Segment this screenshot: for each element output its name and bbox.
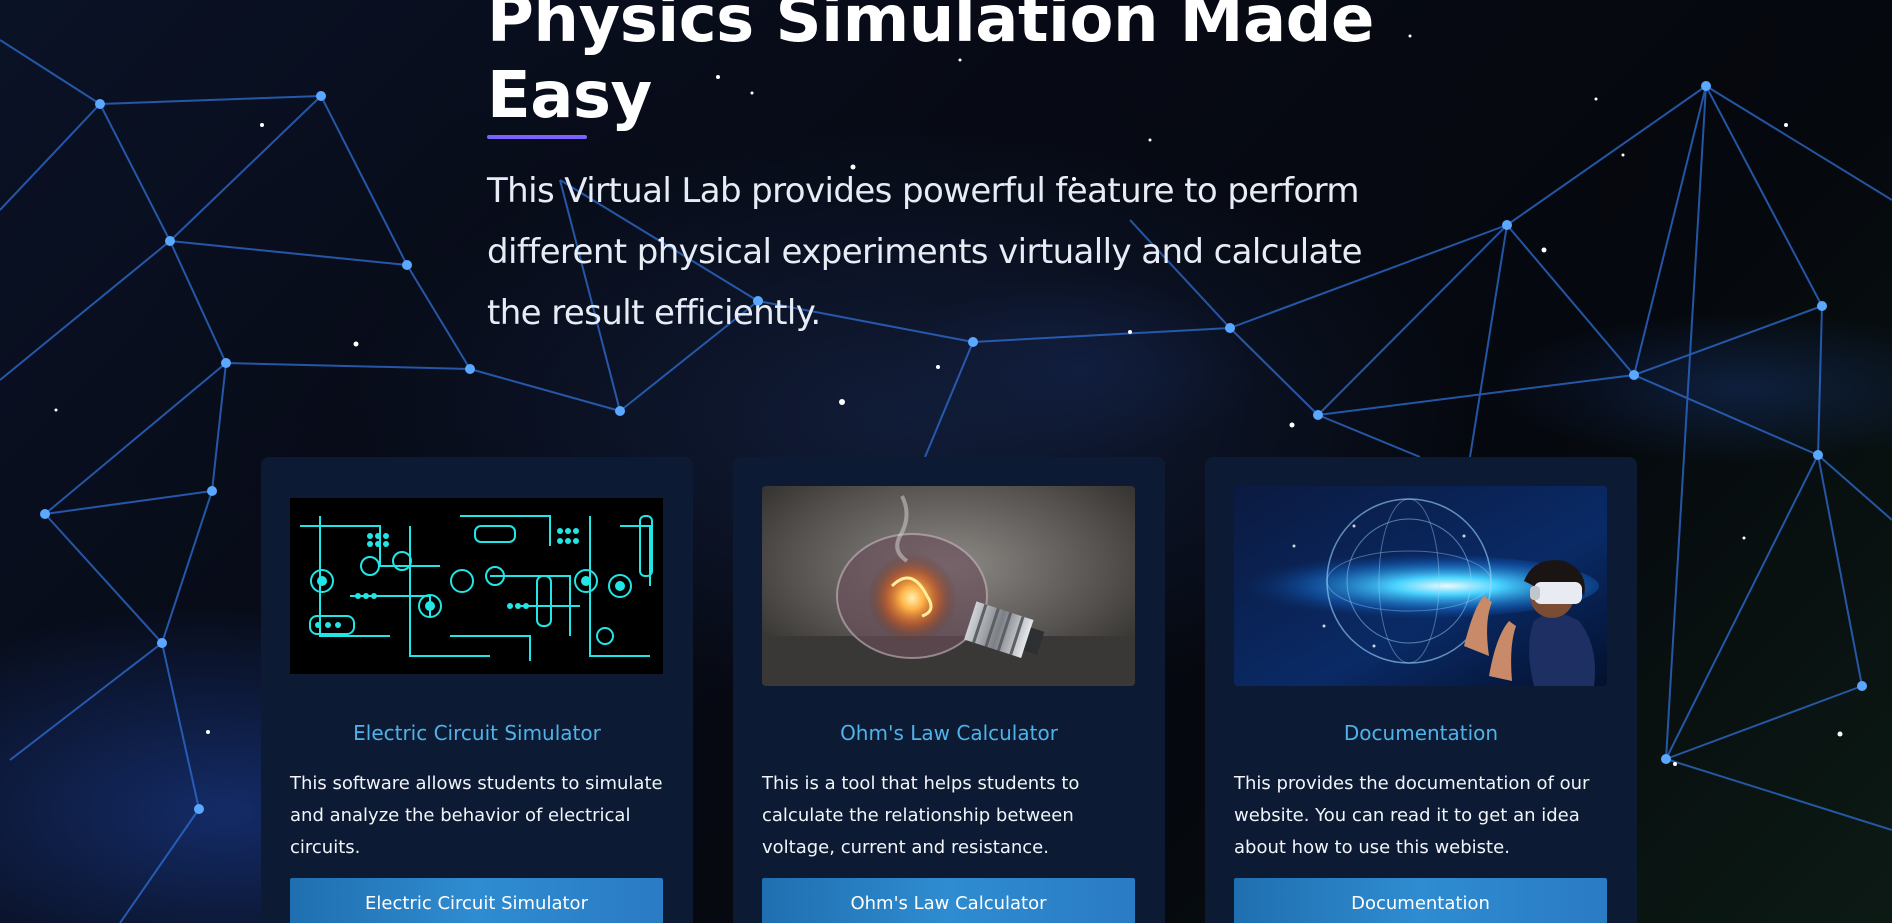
- circuit-board-image: [290, 486, 663, 686]
- electric-circuit-simulator-button[interactable]: Electric Circuit Simulator: [290, 878, 663, 923]
- ohms-law-calculator-button[interactable]: Ohm's Law Calculator: [762, 878, 1135, 923]
- light-bulb-image: [762, 486, 1135, 686]
- hero-description: This Virtual Lab provides powerful featu…: [487, 171, 1363, 333]
- card-title: Documentation: [1343, 721, 1499, 745]
- title-underline: [487, 135, 587, 139]
- page-background: Physics Simulation Made Easy This Virtua…: [0, 0, 1892, 923]
- hero-section: Physics Simulation Made Easy This Virtua…: [487, 0, 1387, 344]
- card-description: This provides the documentation of our w…: [1234, 773, 1590, 858]
- documentation-button[interactable]: Documentation: [1234, 878, 1607, 923]
- card-title: Electric Circuit Simulator: [353, 721, 601, 745]
- card-description: This software allows students to simulat…: [290, 773, 663, 858]
- hero-title: Physics Simulation Made Easy: [487, 0, 1374, 133]
- vr-globe-image: [1234, 486, 1607, 686]
- feature-cards: Electric Circuit Simulator This software…: [261, 457, 1637, 923]
- card-description: This is a tool that helps students to ca…: [762, 773, 1080, 858]
- card-ohms-law-calculator: Ohm's Law Calculator This is a tool that…: [733, 457, 1165, 923]
- card-title: Ohm's Law Calculator: [840, 721, 1058, 745]
- card-electric-circuit-simulator: Electric Circuit Simulator This software…: [261, 457, 693, 923]
- card-documentation: Documentation This provides the document…: [1205, 457, 1637, 923]
